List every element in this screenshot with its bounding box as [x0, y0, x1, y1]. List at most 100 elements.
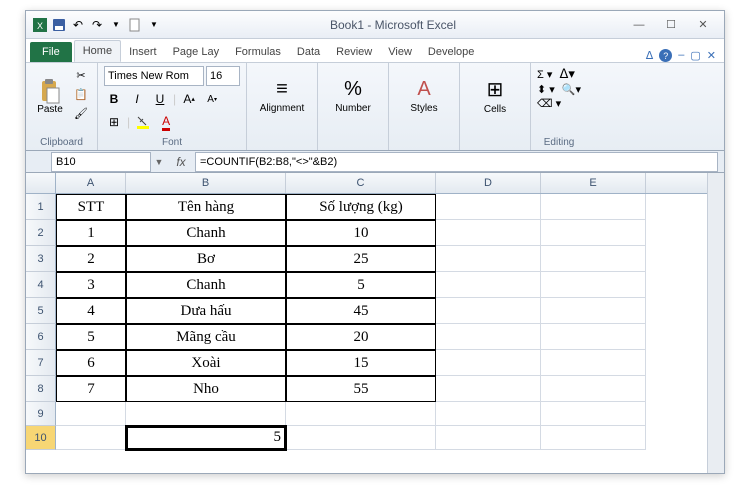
- cell-D5[interactable]: [436, 298, 541, 324]
- styles-button[interactable]: AStyles: [395, 66, 453, 126]
- italic-button[interactable]: I: [127, 89, 147, 109]
- name-box[interactable]: B10: [51, 152, 151, 172]
- font-size-select[interactable]: [206, 66, 240, 86]
- alignment-button[interactable]: ≡Alignment: [253, 66, 311, 126]
- underline-button[interactable]: U: [150, 89, 170, 109]
- save-icon[interactable]: [51, 17, 67, 33]
- row-header-4[interactable]: 4: [26, 272, 56, 298]
- format-painter-button[interactable]: 🖌: [71, 104, 91, 122]
- cell-A8[interactable]: 7: [56, 376, 126, 402]
- cell-C3[interactable]: 25: [286, 246, 436, 272]
- formula-bar[interactable]: =COUNTIF(B2:B8,"<>"&B2): [195, 152, 718, 172]
- cell-C2[interactable]: 10: [286, 220, 436, 246]
- undo-icon[interactable]: ↶: [70, 17, 86, 33]
- cell-A6[interactable]: 5: [56, 324, 126, 350]
- cell-A10[interactable]: [56, 426, 126, 450]
- help-icon[interactable]: ?: [659, 49, 672, 62]
- copy-button[interactable]: 📋: [71, 85, 91, 103]
- new-doc-icon[interactable]: [127, 17, 143, 33]
- cell-D7[interactable]: [436, 350, 541, 376]
- fill-color-button[interactable]: [133, 112, 153, 132]
- close-button[interactable]: ✕: [688, 16, 718, 34]
- paste-button[interactable]: Paste: [32, 66, 68, 126]
- find-icon[interactable]: 🔍▾: [562, 83, 581, 96]
- bold-button[interactable]: B: [104, 89, 124, 109]
- redo-icon[interactable]: ↷: [89, 17, 105, 33]
- row-header-9[interactable]: 9: [26, 402, 56, 426]
- cell-B2[interactable]: Chanh: [126, 220, 286, 246]
- cell-C8[interactable]: 55: [286, 376, 436, 402]
- row-header-7[interactable]: 7: [26, 350, 56, 376]
- shrink-font-button[interactable]: A▾: [202, 89, 222, 109]
- col-header-A[interactable]: A: [56, 173, 126, 193]
- tab-home[interactable]: Home: [74, 40, 121, 62]
- row-header-6[interactable]: 6: [26, 324, 56, 350]
- cell-B6[interactable]: Mãng cầu: [126, 324, 286, 350]
- cell-E6[interactable]: [541, 324, 646, 350]
- row-header-8[interactable]: 8: [26, 376, 56, 402]
- cell-B1[interactable]: Tên hàng: [126, 194, 286, 220]
- cell-A9[interactable]: [56, 402, 126, 426]
- cell-A2[interactable]: 1: [56, 220, 126, 246]
- cell-E3[interactable]: [541, 246, 646, 272]
- cut-button[interactable]: ✂: [71, 66, 91, 84]
- cell-E5[interactable]: [541, 298, 646, 324]
- fx-icon[interactable]: fx: [171, 155, 191, 169]
- col-header-D[interactable]: D: [436, 173, 541, 193]
- number-button[interactable]: %Number: [324, 66, 382, 126]
- cell-D9[interactable]: [436, 402, 541, 426]
- tab-insert[interactable]: Insert: [121, 42, 165, 62]
- cell-B9[interactable]: [126, 402, 286, 426]
- minimize-ribbon-icon[interactable]: ᐃ: [646, 49, 654, 62]
- tab-developer[interactable]: Develope: [420, 42, 482, 62]
- cell-B5[interactable]: Dưa hấu: [126, 298, 286, 324]
- cell-C9[interactable]: [286, 402, 436, 426]
- cell-E8[interactable]: [541, 376, 646, 402]
- cell-E10[interactable]: [541, 426, 646, 450]
- font-name-select[interactable]: [104, 66, 204, 86]
- cell-C7[interactable]: 15: [286, 350, 436, 376]
- select-all-corner[interactable]: [26, 173, 56, 193]
- cell-A5[interactable]: 4: [56, 298, 126, 324]
- cell-C4[interactable]: 5: [286, 272, 436, 298]
- autosum-icon[interactable]: Σ ▾: [537, 68, 552, 81]
- cell-C1[interactable]: Số lượng (kg): [286, 194, 436, 220]
- minimize-button[interactable]: —: [624, 16, 654, 34]
- cell-C10[interactable]: [286, 426, 436, 450]
- tab-data[interactable]: Data: [289, 42, 328, 62]
- cell-A1[interactable]: STT: [56, 194, 126, 220]
- sort-filter-icon[interactable]: ᐃ▾: [559, 66, 574, 82]
- col-header-B[interactable]: B: [126, 173, 286, 193]
- cell-D8[interactable]: [436, 376, 541, 402]
- cell-E9[interactable]: [541, 402, 646, 426]
- cell-E4[interactable]: [541, 272, 646, 298]
- cells-button[interactable]: ⊞Cells: [466, 66, 524, 126]
- grow-font-button[interactable]: A▴: [179, 89, 199, 109]
- col-header-C[interactable]: C: [286, 173, 436, 193]
- tab-review[interactable]: Review: [328, 42, 380, 62]
- cell-D3[interactable]: [436, 246, 541, 272]
- vertical-scrollbar[interactable]: [707, 173, 724, 473]
- chevron-down-icon[interactable]: ▼: [146, 17, 162, 33]
- cell-D4[interactable]: [436, 272, 541, 298]
- row-header-1[interactable]: 1: [26, 194, 56, 220]
- chevron-down-icon[interactable]: ▼: [108, 17, 124, 33]
- row-header-3[interactable]: 3: [26, 246, 56, 272]
- cell-C6[interactable]: 20: [286, 324, 436, 350]
- window-min-icon[interactable]: –: [678, 49, 684, 62]
- tab-formulas[interactable]: Formulas: [227, 42, 289, 62]
- cell-D2[interactable]: [436, 220, 541, 246]
- cell-B3[interactable]: Bơ: [126, 246, 286, 272]
- tab-view[interactable]: View: [380, 42, 420, 62]
- cell-B8[interactable]: Nho: [126, 376, 286, 402]
- cell-E2[interactable]: [541, 220, 646, 246]
- borders-button[interactable]: ⊞: [104, 112, 124, 132]
- tab-page-layout[interactable]: Page Lay: [165, 42, 227, 62]
- fill-icon[interactable]: ⬍ ▾: [537, 83, 555, 96]
- cell-D10[interactable]: [436, 426, 541, 450]
- cell-C5[interactable]: 45: [286, 298, 436, 324]
- window-close-icon[interactable]: ✕: [707, 49, 716, 62]
- maximize-button[interactable]: ☐: [656, 16, 686, 34]
- cell-A4[interactable]: 3: [56, 272, 126, 298]
- cell-B10[interactable]: 5: [126, 426, 286, 450]
